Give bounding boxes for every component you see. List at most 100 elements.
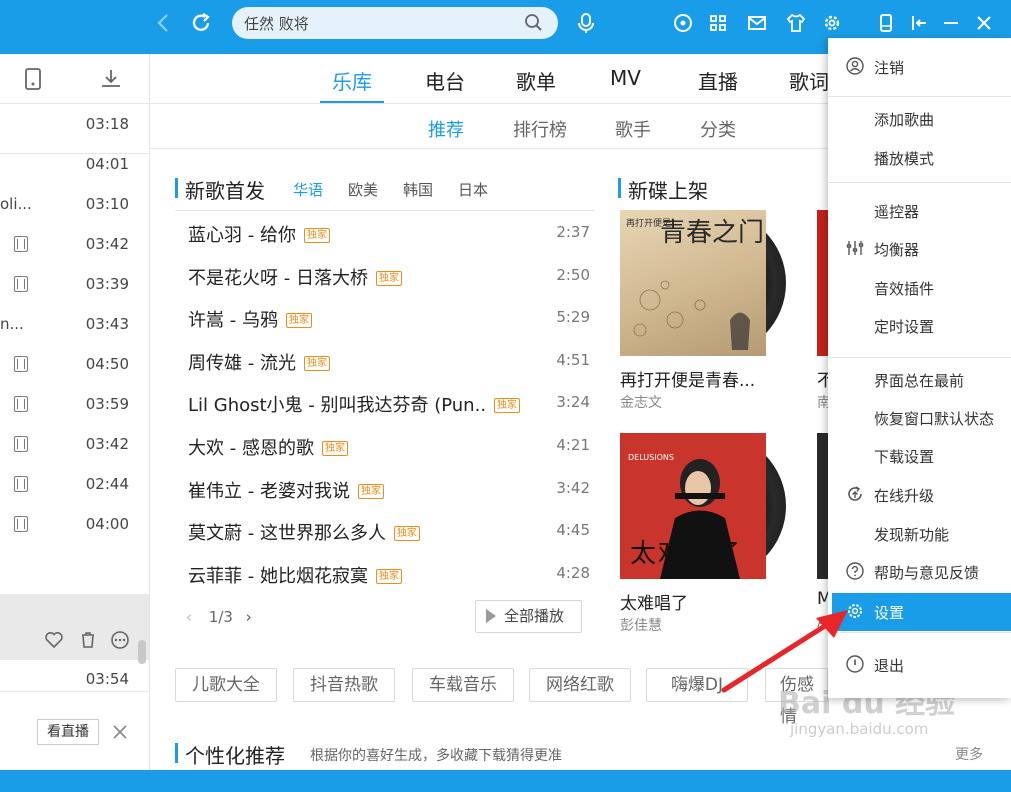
search-icon[interactable]	[524, 13, 544, 37]
trash-icon[interactable]	[78, 630, 98, 654]
menu-item-label: 均衡器	[874, 241, 920, 259]
song-row[interactable]: 蓝心羽 - 给你 独家 2:37	[175, 212, 595, 254]
song-title: 许嵩 - 乌鸦	[188, 310, 278, 332]
album-title[interactable]: 太难唱了	[620, 589, 688, 614]
album-artist[interactable]: 彭佳慧	[620, 615, 662, 635]
genre-tag[interactable]: 儿歌大全	[175, 668, 277, 702]
song-row[interactable]: Lil Ghost小鬼 - 别叫我达芬奇 (Pun.. 独家 3:24	[175, 382, 595, 424]
playlist-selected-row[interactable]	[0, 594, 149, 660]
mv-icon[interactable]	[14, 476, 28, 492]
target-icon[interactable]	[669, 9, 697, 37]
menu-item[interactable]: 播放模式	[828, 139, 1011, 177]
menu-item[interactable]: 音效插件	[828, 269, 1011, 307]
search-input[interactable]: 任然 败将	[232, 7, 558, 39]
menu-item[interactable]: 定时设置	[828, 307, 1011, 345]
list-item[interactable]: n... 03:43	[0, 305, 149, 345]
search-query: 任然 败将	[244, 15, 309, 33]
prev-page-icon[interactable]: ‹	[186, 608, 192, 626]
list-item[interactable]: 04:50	[0, 345, 149, 385]
region-tab[interactable]: 华语	[293, 179, 323, 200]
song-row[interactable]: 莫文蔚 - 这世界那么多人 独家 4:45	[175, 510, 595, 552]
mail-icon[interactable]	[743, 9, 771, 37]
mv-icon[interactable]	[14, 436, 28, 452]
more-link[interactable]: 更多	[955, 744, 983, 764]
mv-icon[interactable]	[14, 236, 28, 252]
back-icon[interactable]	[150, 9, 178, 37]
heart-icon[interactable]	[44, 630, 64, 654]
equalizer-icon	[846, 239, 864, 257]
close-icon[interactable]	[110, 722, 130, 746]
album-cover[interactable]: DELUSIONS 太难唱了	[620, 433, 766, 579]
list-item[interactable]: 03:42	[0, 225, 149, 265]
sub-tab-0[interactable]: 推荐	[428, 116, 464, 142]
album-cover[interactable]: 青春之门 再打开便是	[620, 210, 766, 356]
sub-tab-3[interactable]: 分类	[700, 116, 736, 142]
tab-2[interactable]: 歌单	[516, 66, 556, 95]
tab-3[interactable]: MV	[610, 66, 641, 90]
minimize-icon[interactable]	[937, 9, 965, 37]
divider	[0, 691, 149, 692]
watch-live-button[interactable]: 看直播	[37, 719, 99, 745]
mv-icon[interactable]	[14, 276, 28, 292]
region-tab[interactable]: 韩国	[403, 179, 433, 200]
list-item[interactable]: 03:39	[0, 265, 149, 305]
sub-tab-1[interactable]: 排行榜	[513, 116, 567, 142]
song-row[interactable]: 崔伟立 - 老婆对我说 独家 3:42	[175, 468, 595, 510]
region-tab[interactable]: 欧美	[348, 179, 378, 200]
song-row[interactable]: 许嵩 - 乌鸦 独家 5:29	[175, 297, 595, 339]
album-artist[interactable]: 金志文	[620, 392, 662, 412]
download-icon[interactable]	[98, 66, 124, 96]
menu-item[interactable]: 均衡器	[828, 230, 1011, 268]
apps-icon[interactable]	[704, 9, 732, 37]
play-all-button[interactable]: 全部播放	[475, 600, 582, 633]
list-item[interactable]: 03:18	[0, 105, 149, 145]
menu-item[interactable]: 遥控器	[828, 192, 1011, 230]
song-row[interactable]: 不是花火呀 - 日落大桥 独家 2:50	[175, 255, 595, 297]
list-item[interactable]: 03:59	[0, 385, 149, 425]
menu-item[interactable]: 下载设置	[828, 437, 1011, 475]
menu-item[interactable]: 发现新功能	[828, 515, 1011, 553]
mv-icon[interactable]	[14, 356, 28, 372]
song-row[interactable]: 云菲菲 - 她比烟花寂寞 独家 4:28	[175, 553, 595, 595]
close-icon[interactable]	[970, 9, 998, 37]
list-item[interactable]: oli... 03:10	[0, 185, 149, 225]
list-item[interactable]: 03:42	[0, 425, 149, 465]
genre-tag[interactable]: 网络红歌	[529, 668, 631, 702]
menu-item[interactable]: 注销	[828, 48, 1011, 86]
menu-item[interactable]: 恢复窗口默认状态	[828, 399, 1011, 437]
menu-item-label: 定时设置	[874, 318, 935, 336]
tab-0[interactable]: 乐库	[332, 66, 372, 95]
song-row[interactable]: 大欢 - 感恩的歌 独家 4:21	[175, 425, 595, 467]
settings-icon[interactable]	[818, 9, 846, 37]
menu-item[interactable]: 界面总在最前	[828, 361, 1011, 399]
genre-tag[interactable]: 抖音热歌	[293, 668, 395, 702]
list-item[interactable]: 03:54	[0, 660, 149, 700]
mv-icon[interactable]	[14, 516, 28, 532]
list-item[interactable]: 02:44	[0, 465, 149, 505]
mv-icon[interactable]	[14, 396, 28, 412]
menu-item[interactable]: 在线升级	[828, 476, 1011, 514]
phone-icon[interactable]	[872, 9, 900, 37]
track-duration: 03:10	[85, 195, 129, 213]
sub-tab-2[interactable]: 歌手	[615, 116, 651, 142]
genre-tag[interactable]: 车载音乐	[412, 668, 514, 702]
list-item[interactable]: 04:00	[0, 505, 149, 545]
song-title: 云菲菲 - 她比烟花寂寞	[188, 565, 368, 587]
song-row[interactable]: 周传雄 - 流光 独家 4:51	[175, 340, 595, 382]
menu-item[interactable]: 帮助与意见反馈	[828, 553, 1011, 591]
list-item[interactable]: 04:01	[0, 145, 149, 185]
skin-icon[interactable]	[782, 9, 810, 37]
song-title: Lil Ghost小鬼 - 别叫我达芬奇 (Pun..	[188, 395, 487, 417]
menu-item[interactable]: 添加歌曲	[828, 100, 1011, 138]
next-page-icon[interactable]: ›	[246, 608, 252, 626]
device-icon[interactable]	[20, 66, 46, 96]
tab-1[interactable]: 电台	[425, 66, 465, 95]
tab-5[interactable]: 歌词	[789, 66, 829, 95]
mini-mode-icon[interactable]	[905, 9, 933, 37]
mic-icon[interactable]	[572, 9, 600, 37]
more-icon[interactable]	[110, 630, 130, 654]
tab-4[interactable]: 直播	[698, 66, 738, 95]
refresh-icon[interactable]	[187, 9, 215, 37]
album-title[interactable]: 再打开便是青春...	[620, 366, 755, 391]
region-tab[interactable]: 日本	[458, 179, 488, 200]
